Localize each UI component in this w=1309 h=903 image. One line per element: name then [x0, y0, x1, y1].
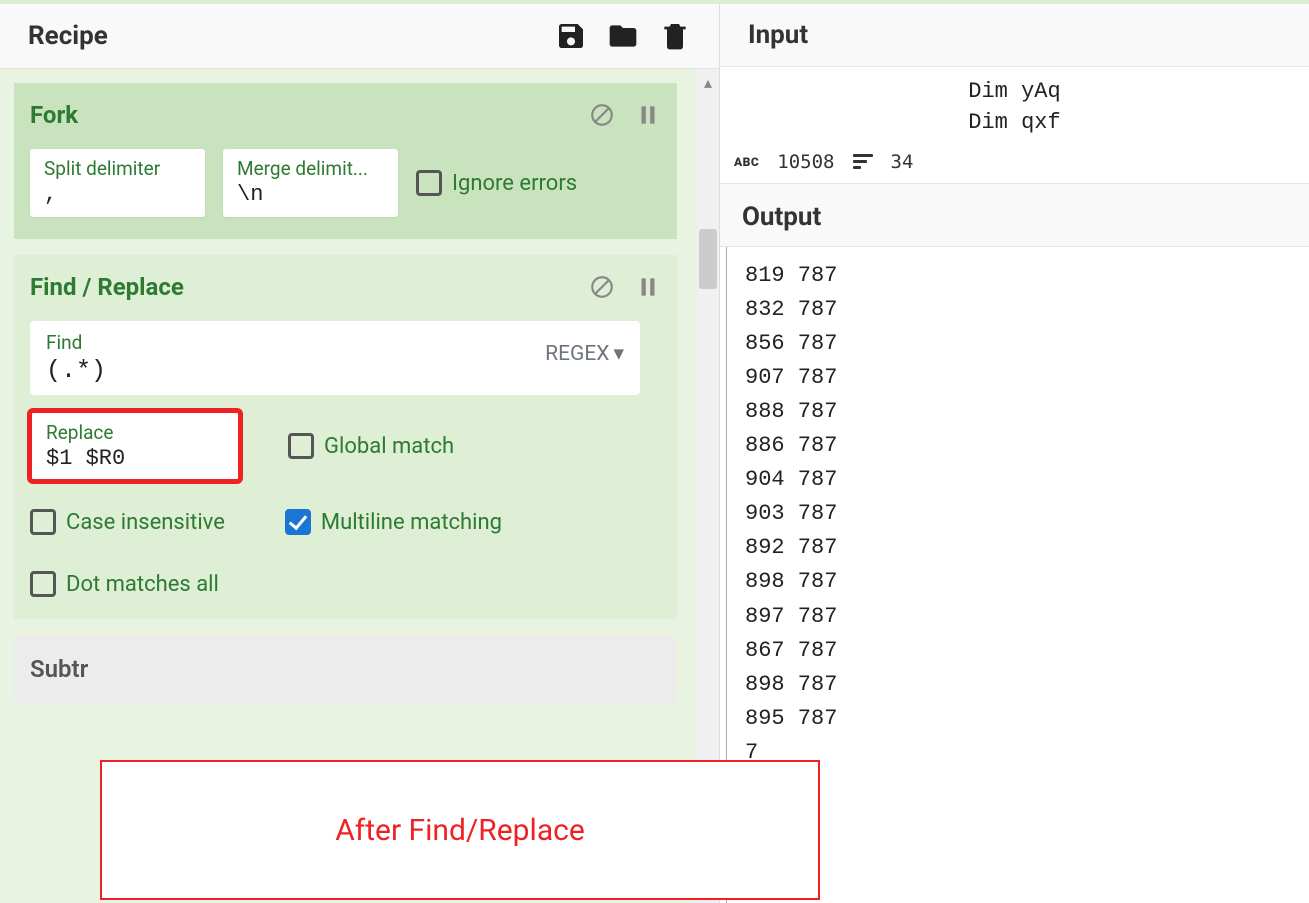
split-delimiter-field[interactable]: Split delimiter ,	[30, 149, 205, 217]
line-count-icon	[853, 154, 873, 169]
pause-icon[interactable]	[635, 274, 661, 300]
output-line: 867 787	[745, 634, 1291, 668]
checkbox-icon	[288, 433, 314, 459]
folder-icon[interactable]	[607, 20, 639, 52]
global-match-checkbox[interactable]: Global match	[288, 433, 454, 459]
find-value: (.*)	[46, 356, 106, 385]
output-line: 904 787	[745, 463, 1291, 497]
merge-delimiter-field[interactable]: Merge delimit... \n	[223, 149, 398, 217]
regex-type-selector[interactable]: REGEX ▾	[545, 341, 624, 366]
find-replace-title: Find / Replace	[30, 273, 184, 301]
recipe-header: Recipe	[0, 4, 719, 69]
output-line: 832 787	[745, 293, 1291, 327]
subtract-title: Subtr	[30, 655, 661, 683]
input-text[interactable]: Dim yAq Dim qxf	[720, 67, 1309, 145]
output-line: 819 787	[745, 259, 1291, 293]
global-match-label: Global match	[324, 434, 454, 459]
multiline-checkbox[interactable]: Multiline matching	[285, 509, 502, 535]
replace-value: $1 $R0	[46, 446, 224, 471]
output-line: 898 787	[745, 668, 1291, 702]
operation-fork[interactable]: Fork Split delimiter , Merge delimit... …	[14, 83, 677, 239]
case-insensitive-checkbox[interactable]: Case insensitive	[30, 509, 225, 535]
input-title: Input	[748, 20, 808, 50]
fork-title: Fork	[30, 101, 78, 129]
output-line: 886 787	[745, 429, 1291, 463]
case-insensitive-label: Case insensitive	[66, 510, 225, 535]
annotation-text: After Find/Replace	[335, 813, 585, 848]
output-header: Output	[720, 184, 1309, 247]
find-label: Find	[46, 331, 106, 354]
input-stats: ABC 10508 34	[720, 145, 1309, 184]
checkbox-icon	[30, 509, 56, 535]
multiline-label: Multiline matching	[321, 510, 502, 535]
line-count-value: 34	[891, 151, 914, 173]
dot-matches-label: Dot matches all	[66, 572, 219, 597]
split-delimiter-value: ,	[44, 182, 191, 207]
pause-icon[interactable]	[635, 102, 661, 128]
ignore-errors-label: Ignore errors	[452, 171, 577, 196]
output-title: Output	[742, 202, 1287, 232]
checkbox-icon	[30, 571, 56, 597]
output-line: 895 787	[745, 702, 1291, 736]
split-delimiter-label: Split delimiter	[44, 157, 191, 180]
recipe-title: Recipe	[28, 21, 108, 51]
replace-label: Replace	[46, 421, 224, 444]
ignore-errors-checkbox[interactable]: Ignore errors	[416, 170, 577, 196]
trash-icon[interactable]	[659, 20, 691, 52]
output-line: 897 787	[745, 600, 1291, 634]
output-line: 907 787	[745, 361, 1291, 395]
find-field[interactable]: Find (.*) REGEX ▾	[30, 321, 640, 395]
merge-delimiter-value: \n	[237, 182, 384, 207]
caret-down-icon: ▾	[613, 341, 624, 366]
save-icon[interactable]	[555, 20, 587, 52]
output-line: 903 787	[745, 497, 1291, 531]
checkbox-checked-icon	[285, 509, 311, 535]
char-count-value: 10508	[777, 151, 834, 173]
disable-icon[interactable]	[589, 102, 615, 128]
dot-matches-all-checkbox[interactable]: Dot matches all	[30, 571, 661, 597]
input-header: Input	[720, 4, 1309, 67]
output-line: 7	[745, 736, 1291, 770]
input-line: Dim yAq	[738, 77, 1291, 108]
output-line: 856 787	[745, 327, 1291, 361]
operation-subtract[interactable]: Subtr	[14, 635, 677, 703]
output-line: 7	[745, 770, 1291, 804]
replace-field[interactable]: Replace $1 $R0	[30, 411, 240, 481]
scroll-thumb[interactable]	[699, 229, 717, 289]
output-line: 898 787	[745, 565, 1291, 599]
regex-type-label: REGEX	[545, 342, 609, 366]
char-count-icon: ABC	[734, 155, 759, 169]
output-line: 7	[745, 838, 1291, 872]
disable-icon[interactable]	[589, 274, 615, 300]
merge-delimiter-label: Merge delimit...	[237, 157, 384, 180]
scroll-up-icon[interactable]: ▴	[697, 69, 719, 96]
input-line: Dim qxf	[738, 108, 1291, 139]
annotation-overlay: After Find/Replace	[100, 760, 820, 900]
operation-find-replace[interactable]: Find / Replace Find (.*) REGEX	[14, 255, 677, 619]
output-line: 888 787	[745, 395, 1291, 429]
output-line: 7	[745, 804, 1291, 838]
checkbox-icon	[416, 170, 442, 196]
output-line: 892 787	[745, 531, 1291, 565]
